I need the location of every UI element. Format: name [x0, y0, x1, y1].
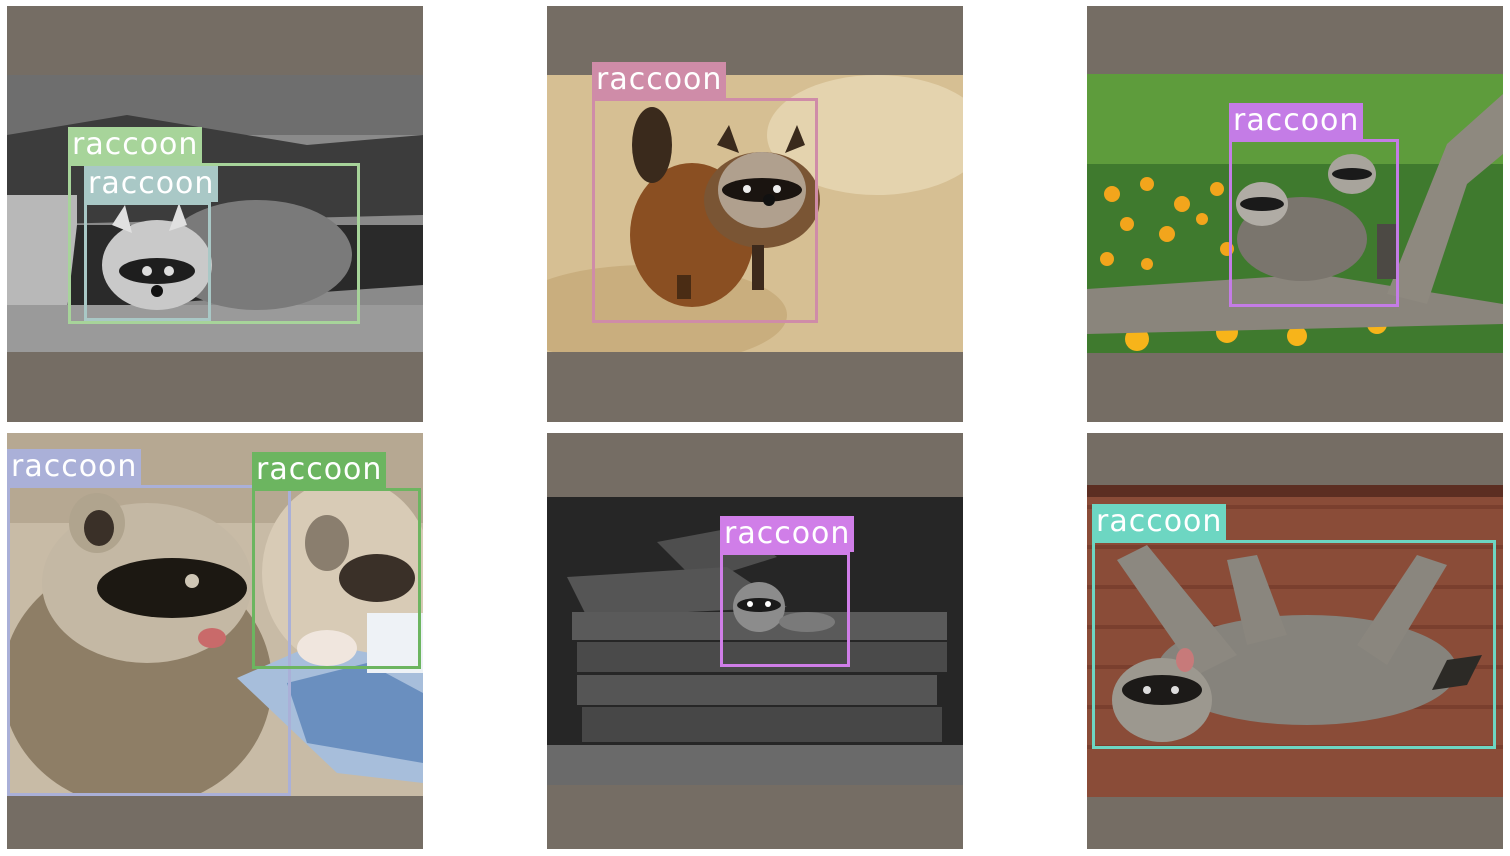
image-tile-5: raccoon [547, 433, 963, 849]
image-tile-3: raccoon [1087, 6, 1503, 422]
bounding-box-3 [1229, 139, 1399, 307]
detection-label-4a: raccoon [7, 449, 142, 485]
image-tile-4: raccoon raccoon [7, 433, 423, 849]
detection-label-1a: raccoon [68, 127, 203, 163]
bounding-box-4b [252, 488, 421, 669]
bounding-box-2 [592, 98, 818, 323]
image-tile-1: raccoon raccoon [7, 6, 423, 422]
bounding-box-5 [720, 552, 850, 667]
detection-label-6: raccoon [1092, 504, 1227, 540]
detection-label-4b: raccoon [252, 452, 387, 488]
detection-label-3: raccoon [1229, 103, 1364, 139]
bounding-box-6 [1092, 540, 1496, 749]
bounding-box-1b [84, 202, 211, 321]
detection-label-5: raccoon [720, 516, 855, 552]
image-tile-6: raccoon [1087, 433, 1503, 849]
detection-label-2: raccoon [592, 62, 727, 98]
bounding-box-4a [7, 485, 291, 796]
detection-label-1b: raccoon [84, 166, 219, 202]
image-tile-2: raccoon [547, 6, 963, 422]
